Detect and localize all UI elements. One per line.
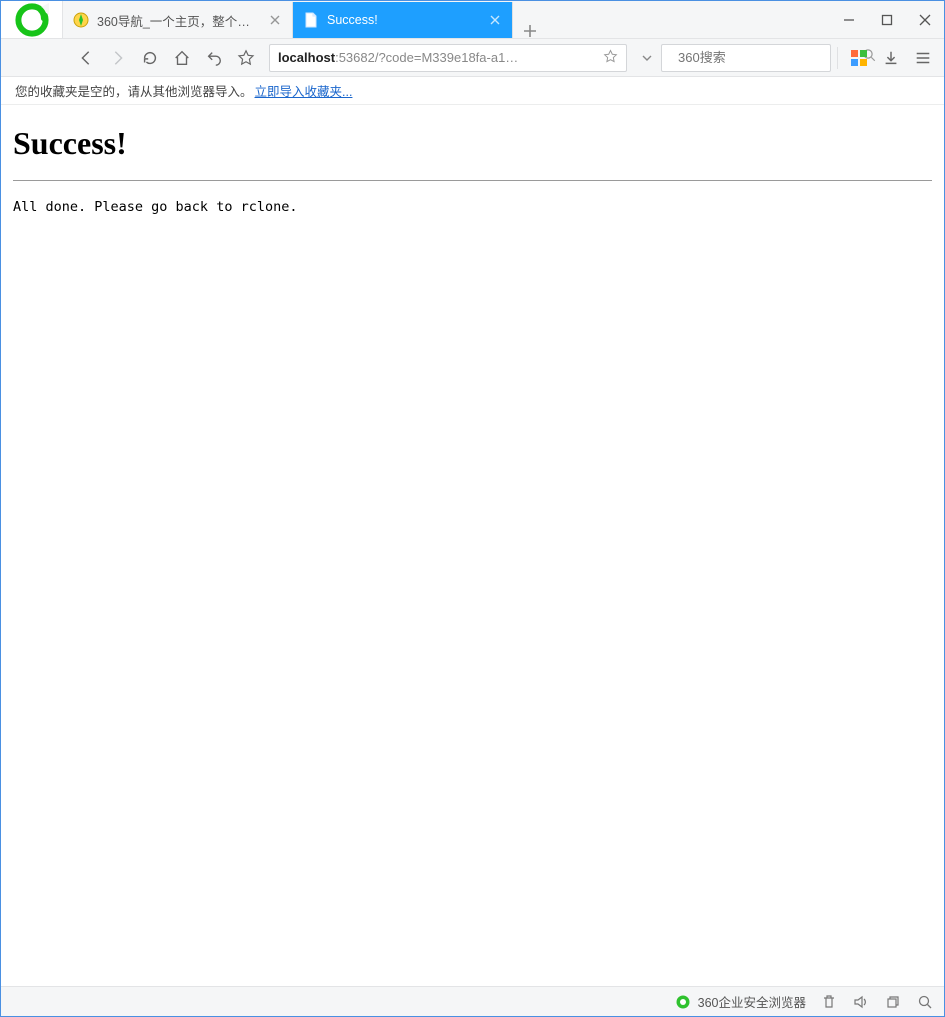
separator xyxy=(837,47,838,69)
browser-brand: 360企业安全浏览器 xyxy=(674,992,806,1011)
downloads-button[interactable] xyxy=(876,43,906,73)
tab-title: Success! xyxy=(327,13,480,27)
bookmark-star-icon[interactable] xyxy=(603,49,618,67)
search-input[interactable] xyxy=(676,49,856,66)
window-controls xyxy=(830,1,944,38)
tab-inactive[interactable]: 360导航_一个主页，整个世界 xyxy=(63,2,293,38)
minimize-button[interactable] xyxy=(830,1,868,39)
tab-active[interactable]: Success! xyxy=(293,2,513,38)
maximize-button[interactable] xyxy=(868,1,906,39)
browser-logo xyxy=(1,1,63,38)
menu-button[interactable] xyxy=(908,43,938,73)
reload-button[interactable] xyxy=(135,43,165,73)
url-history-dropdown[interactable] xyxy=(635,52,659,64)
zoom-icon[interactable] xyxy=(916,993,934,1011)
divider xyxy=(13,180,932,181)
favorites-button[interactable] xyxy=(231,43,261,73)
restore-window-icon[interactable] xyxy=(884,993,902,1011)
bookmarks-empty-text: 您的收藏夹是空的，请从其他浏览器导入。 xyxy=(15,81,253,100)
address-bar[interactable]: localhost:53682/?code=M339e18fa-a1… xyxy=(269,44,627,72)
page-heading: Success! xyxy=(13,125,932,162)
trash-icon[interactable] xyxy=(820,993,838,1011)
home-button[interactable] xyxy=(167,43,197,73)
bookmarks-bar: 您的收藏夹是空的，请从其他浏览器导入。 立即导入收藏夹... xyxy=(1,77,944,105)
forward-button[interactable] xyxy=(103,43,133,73)
close-icon[interactable] xyxy=(268,13,282,27)
extensions-button[interactable] xyxy=(844,43,874,73)
toolbar: localhost:53682/?code=M339e18fa-a1… xyxy=(1,39,944,77)
close-window-button[interactable] xyxy=(906,1,944,39)
back-button[interactable] xyxy=(71,43,101,73)
tab-title: 360导航_一个主页，整个世界 xyxy=(97,11,260,30)
undo-button[interactable] xyxy=(199,43,229,73)
title-bar: 360导航_一个主页，整个世界 Success! xyxy=(1,1,944,39)
tab-group: 360导航_一个主页，整个世界 Success! xyxy=(63,1,830,38)
import-bookmarks-link[interactable]: 立即导入收藏夹... xyxy=(255,81,353,100)
page-content: Success! All done. Please go back to rcl… xyxy=(1,105,944,986)
new-tab-button[interactable] xyxy=(513,24,547,38)
page-icon xyxy=(303,12,319,28)
search-box[interactable] xyxy=(661,44,831,72)
url-text: localhost:53682/?code=M339e18fa-a1… xyxy=(278,50,595,65)
status-bar: 360企业安全浏览器 xyxy=(1,986,944,1016)
brand-label: 360企业安全浏览器 xyxy=(698,992,806,1011)
compass-icon xyxy=(73,12,89,28)
close-icon[interactable] xyxy=(488,13,502,27)
shield-icon xyxy=(674,993,692,1011)
volume-icon[interactable] xyxy=(852,993,870,1011)
page-body-text: All done. Please go back to rclone. xyxy=(13,199,932,215)
